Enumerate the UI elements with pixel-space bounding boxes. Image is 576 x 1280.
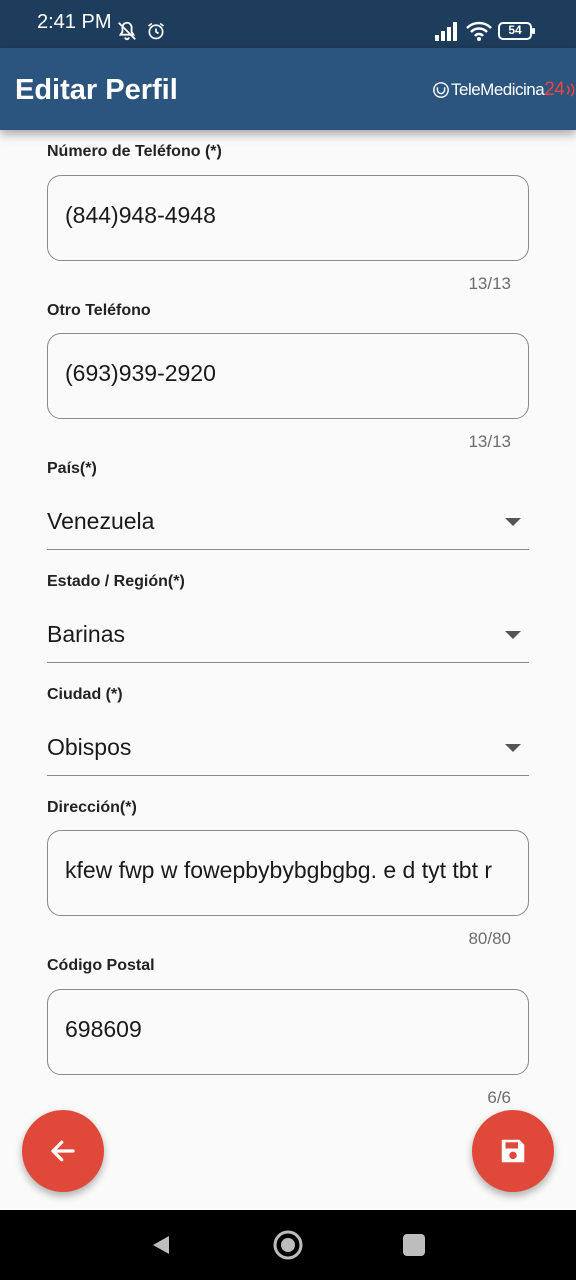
postal-code-label: Código Postal: [47, 957, 155, 974]
signal-waves-icon: [566, 83, 575, 97]
stethoscope-icon: [433, 82, 449, 98]
country-dropdown[interactable]: Venezuela: [47, 498, 529, 550]
state-dropdown[interactable]: Barinas: [47, 611, 529, 663]
city-label: Ciudad (*): [47, 686, 123, 703]
profile-form: Número de Teléfono (*) (844)948-4948 13/…: [0, 130, 576, 1210]
arrow-left-icon: [51, 1140, 75, 1162]
country-value: Venezuela: [47, 508, 155, 534]
brand-number: 24: [544, 79, 565, 100]
brand-logo: TeleMedicina 24: [432, 78, 576, 102]
chevron-down-icon: [505, 744, 521, 752]
city-value: Obispos: [47, 734, 132, 760]
address-field[interactable]: kfew fwp w fowepbybybgbgbg. e d tyt tbt …: [47, 830, 529, 916]
postal-code-field[interactable]: 698609: [47, 989, 529, 1075]
country-label: País(*): [47, 460, 97, 477]
nav-back-icon[interactable]: [150, 1234, 172, 1256]
phone-counter: 13/13: [468, 274, 511, 293]
status-bar: 2:41 PM 54: [0, 0, 576, 48]
address-label: Dirección(*): [47, 799, 137, 816]
state-label: Estado / Región(*): [47, 573, 185, 590]
wifi-icon: [466, 21, 492, 41]
postal-code-counter: 6/6: [487, 1088, 511, 1107]
postal-code-value: 698609: [65, 1016, 142, 1042]
save-button[interactable]: [472, 1110, 554, 1192]
state-value: Barinas: [47, 621, 125, 647]
alarm-icon: [148, 22, 164, 40]
nav-home-icon[interactable]: [272, 1229, 304, 1261]
chevron-down-icon: [505, 631, 521, 639]
other-phone-counter: 13/13: [468, 432, 511, 451]
status-time: 2:41 PM: [37, 11, 112, 33]
chevron-down-icon: [505, 518, 521, 526]
phone-label: Número de Teléfono (*): [47, 143, 222, 160]
back-button[interactable]: [22, 1110, 104, 1192]
page-title: Editar Perfil: [15, 74, 178, 106]
app-bar: Editar Perfil TeleMedicina 24: [0, 48, 576, 130]
other-phone-field[interactable]: (693)939-2920: [47, 333, 529, 419]
city-dropdown[interactable]: Obispos: [47, 724, 529, 776]
brand-text: TeleMedicina: [451, 80, 545, 99]
mute-icon: [118, 21, 136, 41]
system-nav-bar: [0, 1210, 576, 1280]
battery-level: 54: [508, 23, 522, 37]
other-phone-label: Otro Teléfono: [47, 302, 151, 319]
phone-value: (844)948-4948: [65, 202, 216, 228]
nav-recents-icon[interactable]: [403, 1234, 425, 1256]
phone-field[interactable]: (844)948-4948: [47, 175, 529, 261]
save-icon: [501, 1139, 525, 1163]
other-phone-value: (693)939-2920: [65, 360, 216, 386]
address-value: kfew fwp w fowepbybybgbgbg. e d tyt tbt …: [65, 857, 493, 883]
signal-icon: [435, 22, 457, 41]
address-counter: 80/80: [468, 929, 511, 948]
